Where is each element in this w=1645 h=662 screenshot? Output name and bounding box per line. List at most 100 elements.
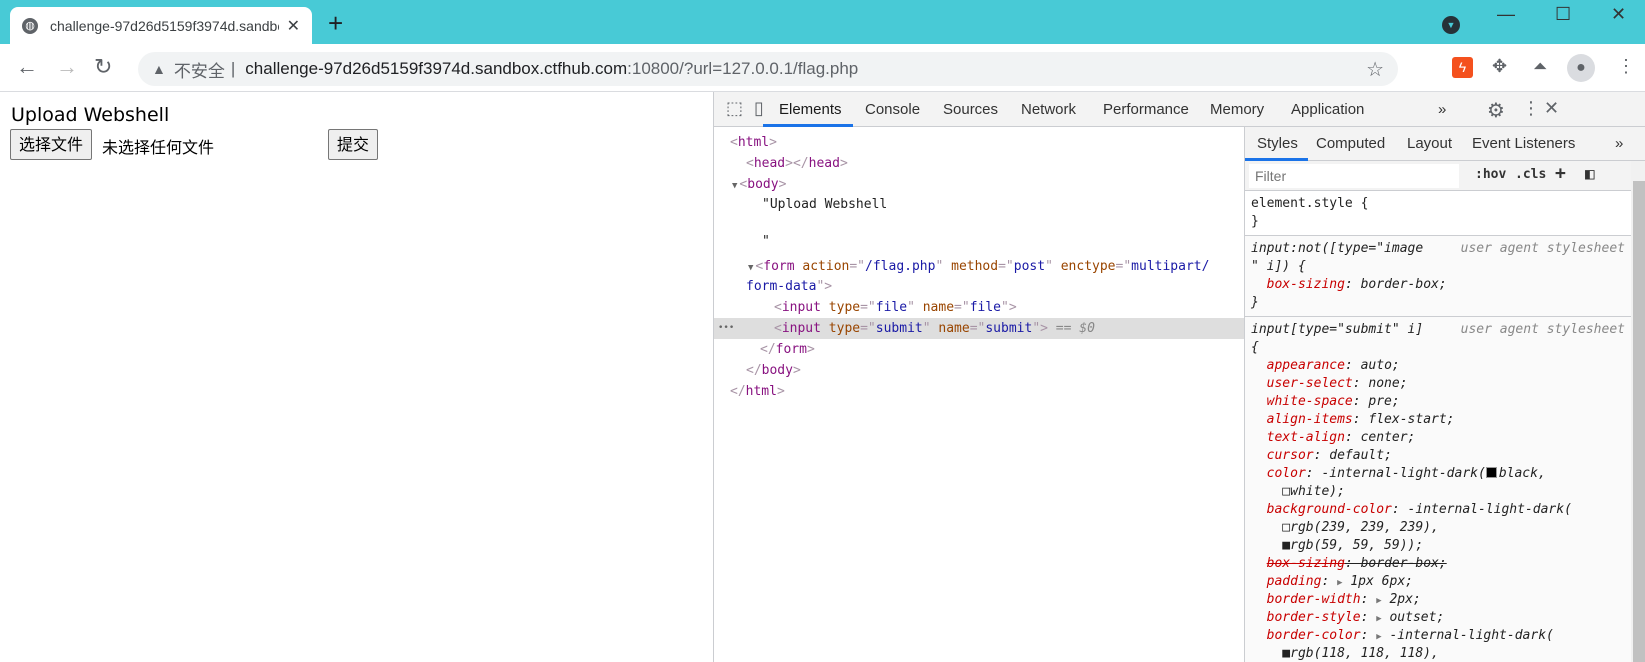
tab-search-icon[interactable]: ▼: [1442, 16, 1460, 34]
dom-node-line[interactable]: </body>: [714, 360, 1244, 381]
css-declaration[interactable]: □white);: [1251, 483, 1631, 501]
css-declaration[interactable]: □rgb(239, 239, 239),: [1251, 519, 1631, 537]
css-declaration[interactable]: user-select: none;: [1251, 375, 1631, 393]
css-property[interactable]: border-width: [1267, 592, 1361, 607]
close-devtools-icon[interactable]: ✕: [1544, 98, 1559, 119]
css-property[interactable]: box-sizing: [1267, 277, 1345, 292]
expand-triangle-icon[interactable]: ▶: [1376, 614, 1381, 624]
dom-node-line[interactable]: ▼ <body>: [714, 174, 1244, 195]
tab-console[interactable]: Console: [865, 101, 920, 118]
subtab-event-listeners[interactable]: Event Listeners: [1472, 135, 1575, 152]
subtab-styles[interactable]: Styles: [1257, 135, 1298, 152]
hov-toggle[interactable]: :hov: [1475, 167, 1506, 182]
dom-node-line[interactable]: ": [714, 231, 1244, 252]
css-value[interactable]: : default;: [1314, 448, 1392, 463]
dom-node-line[interactable]: </form>: [714, 339, 1244, 360]
css-value[interactable]: : border-box;: [1345, 277, 1447, 292]
menu-kebab-icon[interactable]: ⋮: [1617, 56, 1635, 77]
css-value[interactable]: : auto;: [1345, 358, 1400, 373]
devtools-menu-icon[interactable]: ⋮: [1522, 98, 1540, 119]
flask-icon[interactable]: ⏶: [1533, 56, 1547, 77]
css-property[interactable]: padding: [1267, 574, 1322, 589]
css-value[interactable]: : ▶ 2px;: [1361, 592, 1421, 607]
dom-node-line[interactable]: ••• <input type="submit" name="submit"> =…: [714, 318, 1244, 339]
minimize-icon[interactable]: —: [1497, 4, 1515, 25]
warning-icon[interactable]: ▲: [152, 61, 166, 77]
styles-scrollbar[interactable]: [1631, 161, 1645, 662]
css-property[interactable]: appearance: [1267, 358, 1345, 373]
css-value[interactable]: : none;: [1353, 376, 1408, 391]
css-declaration[interactable]: color: -internal-light-dark(black,: [1251, 465, 1631, 483]
dom-node-line[interactable]: ▼ <form action="/flag.php" method="post" …: [714, 256, 1244, 277]
tab-sources[interactable]: Sources: [943, 101, 998, 118]
css-declaration[interactable]: box-sizing: border-box;: [1251, 555, 1631, 573]
extension-icon[interactable]: ϟ: [1452, 57, 1473, 78]
cls-toggle[interactable]: .cls: [1515, 167, 1546, 182]
css-declaration[interactable]: }: [1251, 213, 1631, 231]
new-rule-icon[interactable]: +: [1555, 163, 1566, 184]
maximize-icon[interactable]: ☐: [1555, 4, 1571, 25]
new-tab-button[interactable]: +: [328, 8, 343, 39]
css-declaration[interactable]: align-items: flex-start;: [1251, 411, 1631, 429]
css-property[interactable]: cursor: [1267, 448, 1314, 463]
tab-performance[interactable]: Performance: [1103, 101, 1189, 118]
css-declaration[interactable]: {: [1251, 339, 1631, 357]
css-declaration[interactable]: " i]) {: [1251, 258, 1631, 276]
dom-node-line[interactable]: <input type="file" name="file">: [714, 297, 1244, 318]
css-value[interactable]: : pre;: [1353, 394, 1400, 409]
css-declaration[interactable]: padding: ▶ 1px 6px;: [1251, 573, 1631, 591]
dom-node-line[interactable]: </html>: [714, 381, 1244, 402]
dom-node-line[interactable]: "Upload Webshell: [714, 194, 1244, 215]
css-declaration[interactable]: ■rgb(59, 59, 59));: [1251, 537, 1631, 555]
profile-avatar[interactable]: ●: [1567, 54, 1595, 82]
tab-network[interactable]: Network: [1021, 101, 1076, 118]
css-property[interactable]: white-space: [1267, 394, 1353, 409]
tab-elements[interactable]: Elements: [779, 101, 842, 118]
css-declaration[interactable]: ■rgb(118, 118, 118),: [1251, 645, 1631, 662]
css-declaration[interactable]: border-width: ▶ 2px;: [1251, 591, 1631, 609]
css-value[interactable]: : ▶ outset;: [1361, 610, 1445, 625]
browser-tab[interactable]: ◍ challenge-97d26d5159f3974d.sandbox.ctf…: [10, 7, 312, 44]
forward-icon[interactable]: →: [56, 54, 78, 80]
expand-triangle-icon[interactable]: ▶: [1376, 632, 1381, 642]
css-value[interactable]: : border-box;: [1345, 556, 1447, 571]
extensions-puzzle-icon[interactable]: ✥: [1492, 56, 1507, 77]
dom-node-line[interactable]: form-data">: [714, 276, 1244, 297]
css-declaration[interactable]: appearance: auto;: [1251, 357, 1631, 375]
tab-application[interactable]: Application: [1291, 101, 1364, 118]
expand-triangle-icon[interactable]: ▼: [748, 263, 753, 273]
back-icon[interactable]: ←: [16, 54, 38, 80]
scrollbar-thumb[interactable]: [1633, 181, 1645, 662]
insecure-label[interactable]: 不安全: [174, 57, 225, 82]
submit-button[interactable]: 提交: [328, 129, 379, 160]
css-value[interactable]: : center;: [1345, 430, 1415, 445]
close-window-icon[interactable]: ✕: [1611, 4, 1626, 25]
css-property[interactable]: user-select: [1267, 376, 1353, 391]
subtab-layout[interactable]: Layout: [1407, 135, 1452, 152]
css-declaration[interactable]: text-align: center;: [1251, 429, 1631, 447]
css-value[interactable]: : flex-start;: [1353, 412, 1455, 427]
css-declaration[interactable]: border-color: ▶ -internal-light-dark(: [1251, 627, 1631, 645]
toggle-sidebar-icon[interactable]: ◧: [1585, 164, 1595, 183]
address-bar[interactable]: ▲ 不安全 | challenge-97d26d5159f3974d.sandb…: [138, 52, 1398, 86]
css-property[interactable]: border-style: [1267, 610, 1361, 625]
dom-node-line[interactable]: <html>: [714, 132, 1244, 153]
inspect-element-icon[interactable]: ⬚: [726, 98, 743, 119]
bookmark-star-icon[interactable]: ☆: [1366, 57, 1384, 82]
css-declaration[interactable]: box-sizing: border-box;: [1251, 276, 1631, 294]
css-value[interactable]: : -internal-light-dark(: [1392, 502, 1572, 517]
subtab-computed[interactable]: Computed: [1316, 135, 1385, 152]
css-value[interactable]: : ▶ 1px 6px;: [1321, 574, 1413, 589]
device-toolbar-icon[interactable]: ▯: [754, 98, 764, 119]
css-declaration[interactable]: }: [1251, 294, 1631, 312]
node-actions-icon[interactable]: •••: [718, 318, 734, 339]
css-declaration[interactable]: border-style: ▶ outset;: [1251, 609, 1631, 627]
reload-icon[interactable]: ↻: [94, 54, 112, 80]
settings-gear-icon[interactable]: ⚙: [1487, 98, 1505, 122]
css-declaration[interactable]: cursor: default;: [1251, 447, 1631, 465]
css-property[interactable]: color: [1267, 466, 1306, 481]
css-declaration[interactable]: white-space: pre;: [1251, 393, 1631, 411]
css-property[interactable]: align-items: [1267, 412, 1353, 427]
expand-triangle-icon[interactable]: ▶: [1337, 578, 1342, 588]
css-property[interactable]: background-color: [1267, 502, 1392, 517]
